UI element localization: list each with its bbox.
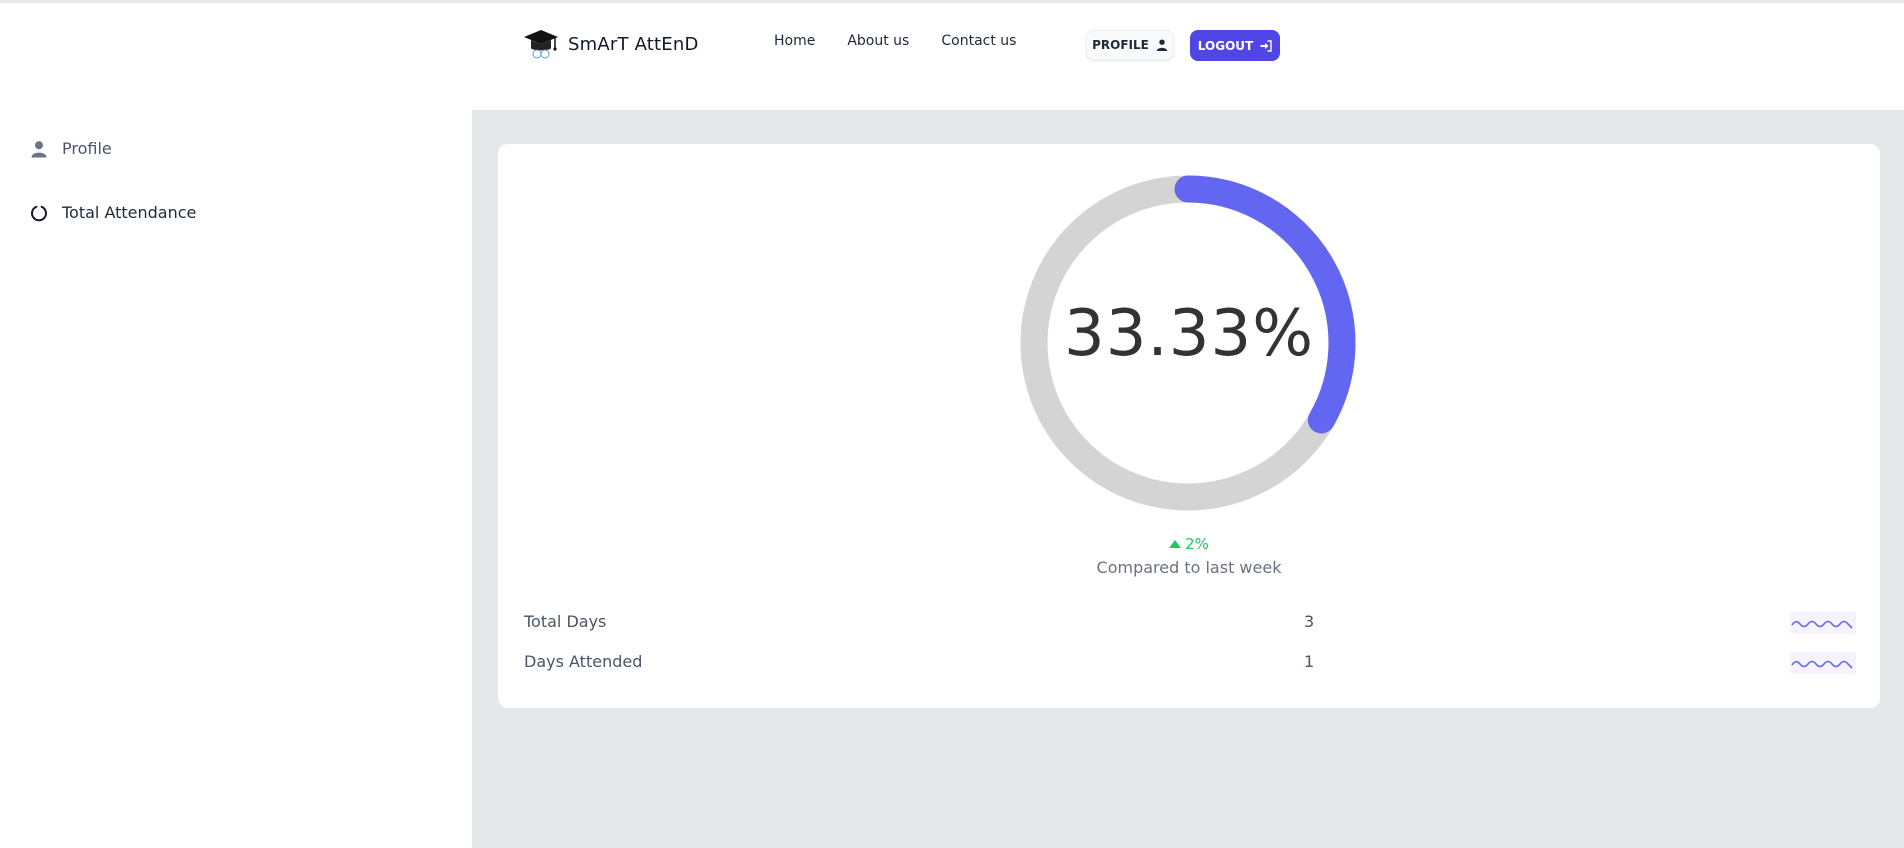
brand-name: SmArT AttEnD	[568, 33, 699, 55]
caret-up-icon	[1169, 540, 1182, 548]
attendance-card: 33.33% 2% Compared to last week Total Da…	[498, 144, 1880, 708]
trend-value: 2%	[1185, 535, 1209, 553]
user-icon	[31, 140, 47, 157]
stat-value: 1	[1304, 652, 1315, 671]
profile-button-label: PROFILE	[1092, 38, 1149, 52]
stat-label: Days Attended	[524, 652, 643, 671]
navbar: SmArT AttEnD Home About us Contact us PR…	[0, 3, 1904, 83]
sparkline-icon	[1790, 652, 1856, 674]
nav-about-us[interactable]: About us	[847, 33, 909, 49]
logout-button-label: LOGOUT	[1197, 38, 1254, 53]
logout-button[interactable]: LOGOUT	[1190, 30, 1280, 61]
stat-row-total-days: Total Days 3	[524, 612, 1856, 636]
trend-indicator: 2%	[498, 535, 1880, 553]
user-icon	[1156, 39, 1168, 51]
brand[interactable]: SmArT AttEnD	[522, 26, 699, 62]
graduation-cap-icon	[524, 30, 558, 59]
attendance-percentage: 33.33%	[1063, 297, 1315, 371]
nav-home[interactable]: Home	[774, 33, 815, 49]
sidebar: Profile Total Attendance	[0, 110, 472, 848]
profile-button[interactable]: PROFILE	[1086, 30, 1174, 60]
comparison-caption: Compared to last week	[1096, 558, 1282, 577]
sidebar-item-label: Total Attendance	[62, 203, 197, 222]
sidebar-item-profile[interactable]: Profile	[30, 139, 112, 158]
main-content: 33.33% 2% Compared to last week Total Da…	[472, 110, 1904, 848]
circle-notch-icon	[31, 205, 47, 221]
sparkline-icon	[1790, 612, 1856, 634]
nav-contact-us[interactable]: Contact us	[941, 33, 1016, 49]
stat-label: Total Days	[524, 612, 607, 631]
stat-value: 3	[1304, 612, 1315, 631]
sidebar-item-total-attendance[interactable]: Total Attendance	[30, 203, 196, 222]
stat-row-days-attended: Days Attended 1	[524, 652, 1856, 676]
sign-in-icon	[1260, 39, 1272, 52]
main-nav: Home About us Contact us	[774, 33, 1048, 49]
sidebar-item-label: Profile	[62, 139, 112, 158]
